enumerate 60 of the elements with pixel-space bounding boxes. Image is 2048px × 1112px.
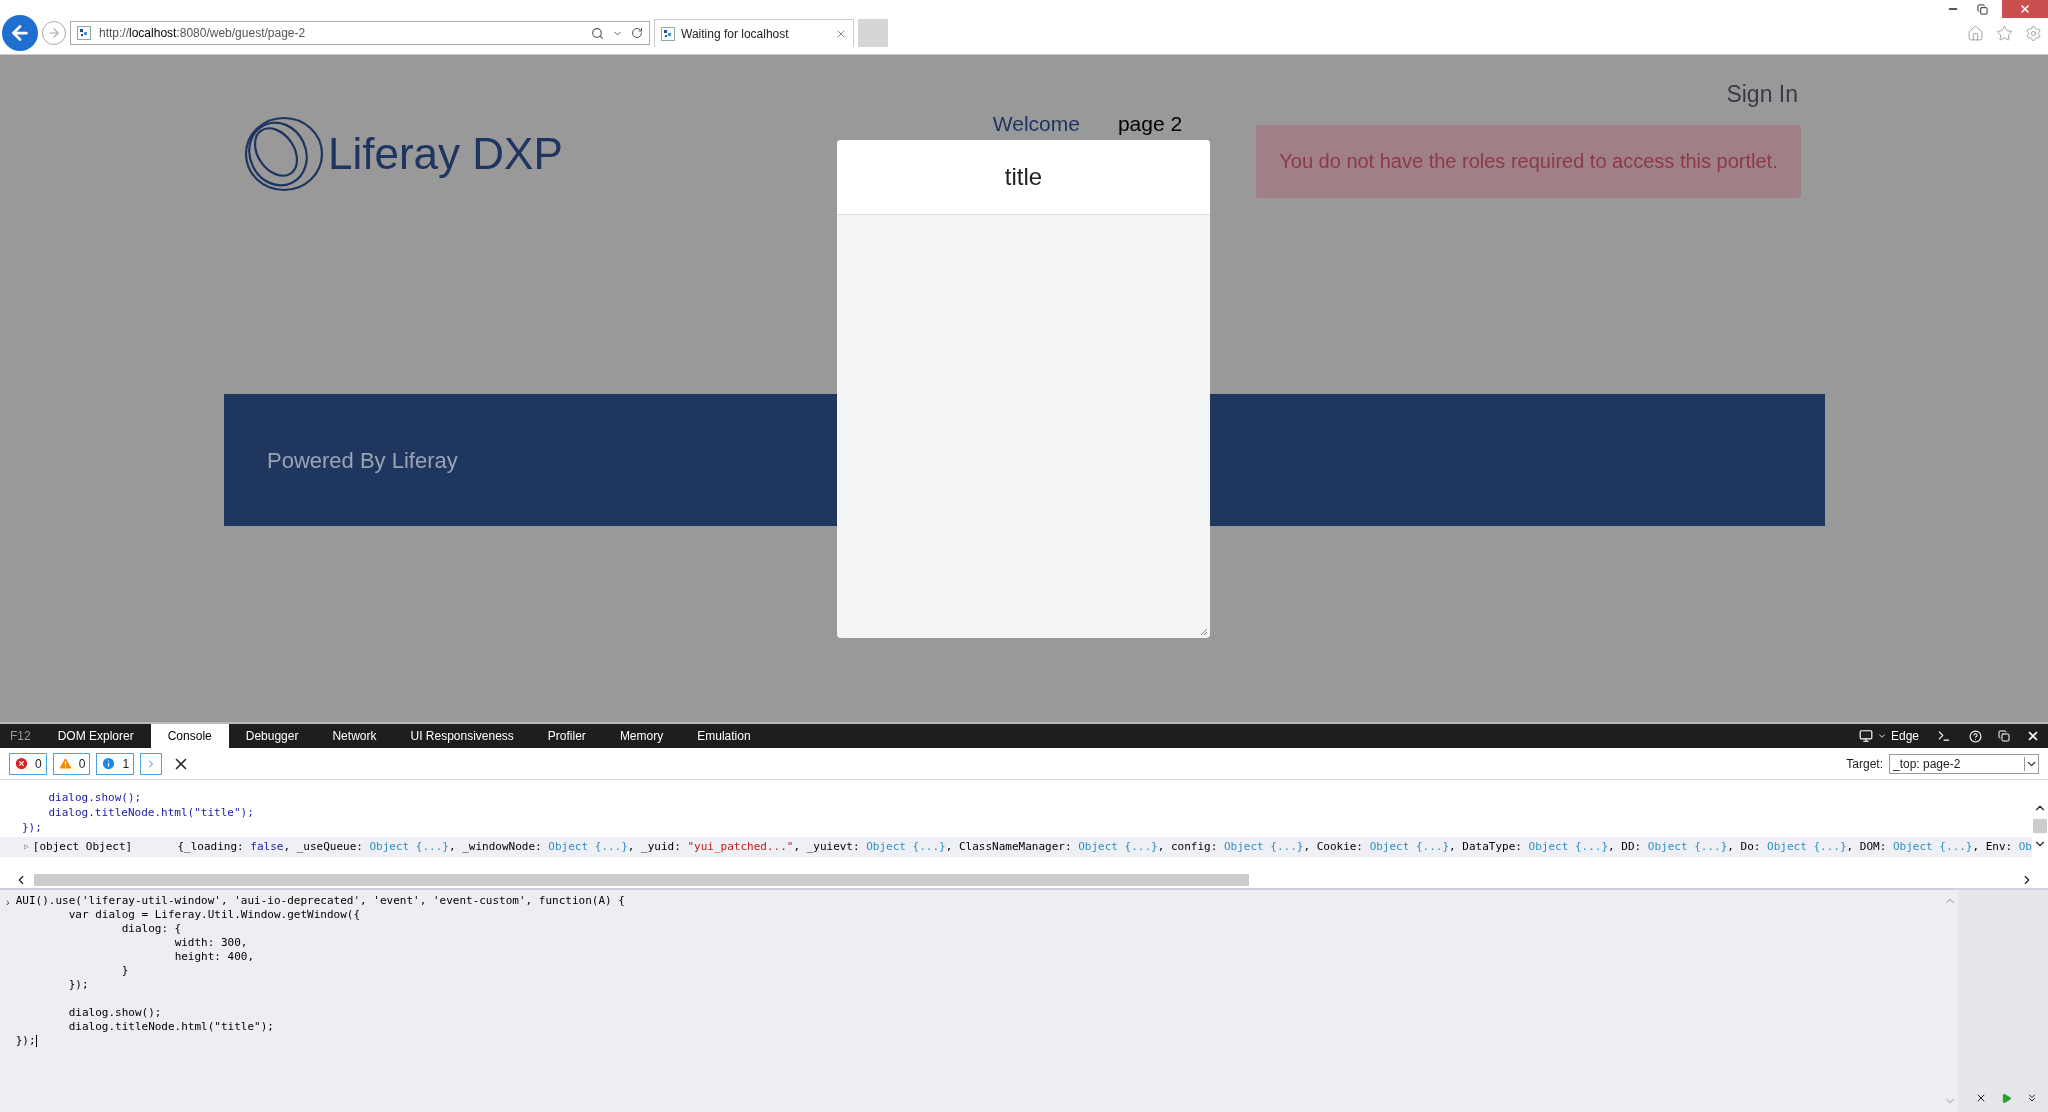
sign-in-link[interactable]: Sign In (1726, 77, 1798, 112)
alert-message: You do not have the roles required to access this portlet. (1256, 124, 1801, 198)
error-icon (14, 756, 29, 771)
footer-text: Powered By Liferay (267, 446, 458, 475)
logo-text: Liferay DXP (328, 127, 563, 180)
caret-icon (2024, 756, 2038, 771)
warning-icon (57, 756, 73, 771)
expander-icon[interactable]: ▷ (24, 841, 29, 853)
search-icon[interactable] (591, 26, 604, 40)
clear-input-icon[interactable] (1975, 1092, 1987, 1104)
scrollbar-thumb[interactable] (2033, 819, 2047, 833)
back-button[interactable] (2, 15, 38, 51)
nav-link[interactable]: page 2 (1117, 107, 1183, 139)
devtools-tab[interactable]: Memory (602, 724, 681, 748)
page-icon (661, 26, 675, 41)
document-mode[interactable]: Edge (1890, 727, 1919, 745)
info-icon (101, 756, 117, 771)
message-filter-button[interactable]: 0 (52, 752, 91, 775)
scrollbar-thumb[interactable] (34, 874, 1249, 886)
address-text: http://localhost:8080/web/guest/page-2 (99, 25, 306, 42)
address-bar[interactable]: http://localhost:8080/web/guest/page-2 (70, 21, 650, 45)
resize-handle-icon[interactable] (1200, 628, 1208, 636)
close-icon (2019, 3, 2031, 15)
message-filter-button[interactable]: 1 (96, 752, 135, 775)
help-icon[interactable] (1969, 729, 1982, 743)
target-select[interactable]: _top: page-2 (1889, 753, 2039, 774)
input-code: AUI().use('liferay-util-window', 'aui-io-deprecated', 'event', 'event-custom', function(A) { var dialog = Liferay.Util.Window.getWindow({ dialog: { width: 300, height: 400, } }); dialog.show(); dialog.titleNode.html("title"); }); (15, 894, 625, 1049)
expand-icon[interactable] (2026, 1092, 2038, 1104)
message-filter-button[interactable]: 0 (9, 752, 47, 775)
object-preview: {_loading: false, _useQueue: Object {...}, _windowNode: Object {...}, _yuid: "yui_patched...", _yuievt: Object {...}, ClassNameManager: Object {...}, config: Object {...}, Cookie: Object {...}, DataType: Object {...}, DD: Object {...}, Do: Object {...}, DOM: Object {...}, Env: Ob (177, 838, 2032, 855)
console-icon[interactable] (1937, 729, 1951, 743)
undock-icon[interactable] (1998, 730, 2010, 742)
f12-label: F12 (9, 728, 32, 745)
devtools-tab[interactable]: Profiler (530, 724, 603, 748)
target-label: Target: (1846, 755, 1883, 773)
prompt-icon: › (6, 894, 10, 1112)
console-output-line: dialog.show(); (47, 790, 143, 805)
devtools-tab[interactable]: DOM Explorer (40, 724, 151, 748)
caret-icon[interactable] (1876, 731, 1887, 741)
devtools-tab[interactable]: Console (150, 724, 229, 748)
browser-tab[interactable]: Waiting for localhost (654, 19, 854, 47)
tab-title: Waiting for localhost (681, 25, 790, 43)
forward-arrow-icon (47, 26, 61, 40)
dialog-title: title (1004, 162, 1043, 192)
console-output-line: }); (21, 820, 43, 835)
close-icon[interactable] (2026, 729, 2040, 743)
object-label: [object Object] (32, 838, 134, 855)
run-icon[interactable] (2001, 1093, 2012, 1104)
device-icon[interactable] (1858, 729, 1873, 743)
devtools-tab[interactable]: Debugger (228, 724, 316, 748)
clear-on-navigate-button[interactable] (140, 752, 163, 775)
refresh-icon[interactable] (631, 27, 643, 39)
console-output-line: dialog.titleNode.html("title"); (47, 805, 255, 820)
restore-icon[interactable] (1977, 3, 1988, 15)
star-icon[interactable] (1996, 24, 2013, 42)
page-icon (77, 26, 91, 40)
nav-link[interactable]: Welcome (992, 107, 1080, 139)
devtools-tab[interactable]: Emulation (680, 724, 768, 748)
devtools-tab[interactable]: Network (315, 724, 394, 748)
devtools-tab[interactable]: UI Responsiveness (393, 724, 531, 748)
